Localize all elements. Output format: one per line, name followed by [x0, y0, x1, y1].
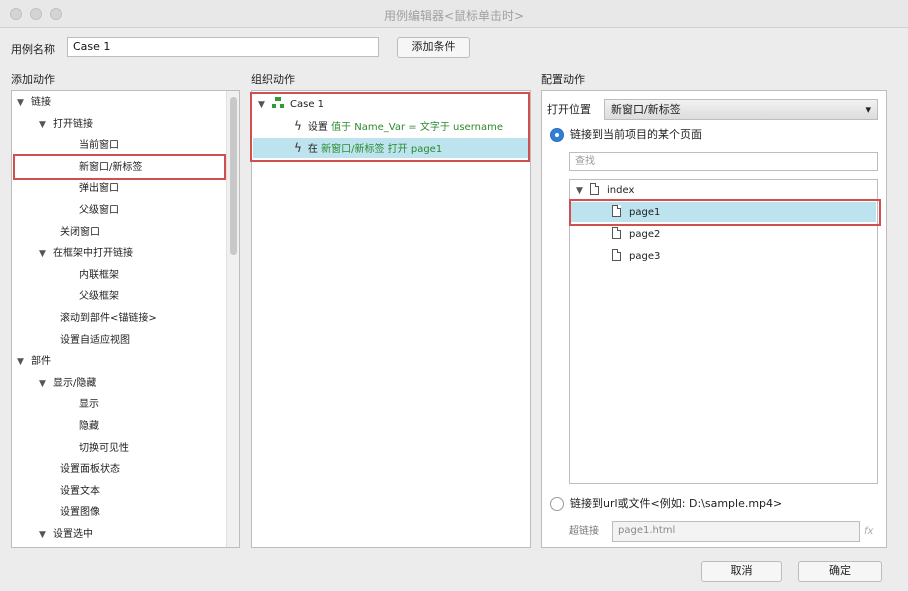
radio-link-to-page-label: 链接到当前项目的某个页面 — [570, 128, 702, 141]
expand-arrow-icon[interactable]: ▼ — [39, 377, 53, 391]
add-action-item[interactable]: 父级框架 — [79, 290, 119, 304]
ok-button[interactable]: 确定 — [798, 561, 882, 582]
page-search-input[interactable]: 查找 — [569, 152, 878, 171]
expand-arrow-icon[interactable]: ▼ — [39, 118, 53, 132]
chevron-down-icon: ▾ — [865, 103, 871, 116]
configure-actions-panel: 打开位置 新窗口/新标签 ▾ 链接到当前项目的某个页面 查找 ▼ index pa… — [541, 90, 887, 548]
case-name-label: 用例名称 — [11, 43, 55, 56]
add-action-label: 隐藏 — [79, 421, 99, 432]
add-action-item[interactable]: 隐藏 — [79, 420, 99, 434]
open-in-label: 打开位置 — [547, 103, 591, 116]
add-condition-button[interactable]: 添加条件 — [397, 37, 470, 58]
add-action-item[interactable]: ▼ 显示/隐藏 — [39, 377, 96, 391]
add-action-label: 显示 — [79, 399, 99, 411]
add-action-label: 设置图像 — [60, 507, 100, 519]
add-action-label: 当前窗口 — [79, 140, 119, 152]
add-action-item[interactable]: ▼ 链接 — [17, 96, 51, 110]
add-action-label: 关闭窗口 — [60, 226, 100, 238]
add-action-label: 父级框架 — [79, 291, 119, 303]
add-actions-header: 添加动作 — [11, 73, 55, 86]
add-action-item[interactable]: 父级窗口 — [79, 204, 119, 218]
add-action-item[interactable]: ▼ 设置选中 — [39, 528, 93, 542]
add-action-item[interactable]: 弹出窗口 — [79, 182, 119, 196]
expand-arrow-icon[interactable]: ▼ — [39, 247, 53, 261]
organize-actions-header: 组织动作 — [251, 73, 295, 86]
page-node-page3[interactable]: page3 — [612, 249, 660, 264]
title-bar: 用例编辑器<鼠标单击时> — [0, 0, 908, 28]
highlight-page1 — [569, 199, 881, 226]
add-action-label: 设置文本 — [60, 485, 100, 497]
highlight-new-window-action — [13, 154, 226, 180]
add-action-item[interactable]: 内联框架 — [79, 269, 119, 283]
add-actions-scrollbar[interactable] — [226, 91, 239, 547]
add-action-label: 链接 — [31, 97, 51, 108]
configure-actions-header: 配置动作 — [541, 73, 585, 86]
add-action-label: 在框架中打开链接 — [53, 248, 133, 260]
highlight-organize-actions — [250, 92, 530, 162]
add-action-item[interactable]: 设置面板状态 — [60, 463, 120, 477]
expand-arrow-icon[interactable]: ▼ — [17, 355, 31, 369]
fx-button[interactable]: fx — [864, 525, 873, 539]
add-action-item[interactable]: 关闭窗口 — [60, 226, 100, 240]
radio-link-to-url-label: 链接到url或文件<例如: D:\sample.mp4> — [570, 497, 783, 510]
add-action-label: 父级窗口 — [79, 205, 119, 216]
add-action-item[interactable]: ▼ 在框架中打开链接 — [39, 247, 133, 261]
add-action-label: 设置自适应视图 — [60, 334, 130, 346]
radio-link-to-url[interactable] — [550, 497, 564, 511]
root-expand-arrow[interactable]: ▼ — [576, 184, 590, 198]
add-action-item[interactable]: 设置文本 — [60, 485, 100, 499]
add-action-item[interactable]: ▼ 打开链接 — [39, 118, 93, 132]
add-actions-scroll-thumb[interactable] — [230, 97, 237, 255]
add-action-item[interactable]: 切换可见性 — [79, 442, 129, 456]
add-action-label: 打开链接 — [53, 118, 93, 130]
open-in-value: 新窗口/新标签 — [611, 103, 681, 116]
case-name-input[interactable]: Case 1 — [67, 37, 379, 57]
cancel-button[interactable]: 取消 — [701, 561, 782, 582]
page-icon — [612, 249, 621, 261]
add-action-item[interactable]: 当前窗口 — [79, 139, 119, 153]
add-action-label: 滚动到部件<锚链接> — [60, 313, 157, 324]
hyperlink-input[interactable]: page1.html — [612, 521, 860, 542]
page-tree-root[interactable]: ▼ index — [576, 183, 634, 198]
add-action-label: 显示/隐藏 — [53, 377, 97, 389]
add-action-item[interactable]: ▼ 部件 — [17, 355, 51, 369]
add-action-label: 设置面板状态 — [60, 464, 120, 476]
add-action-item[interactable]: 设置自适应视图 — [60, 334, 130, 348]
window-title: 用例编辑器<鼠标单击时> — [383, 9, 525, 23]
add-action-label: 设置选中 — [53, 529, 93, 540]
page-icon — [590, 183, 599, 195]
page-label: page3 — [629, 251, 661, 262]
add-action-item[interactable]: 滚动到部件<锚链接> — [60, 312, 157, 326]
page-icon — [612, 227, 621, 239]
open-in-dropdown[interactable]: 新窗口/新标签 ▾ — [604, 99, 878, 120]
add-action-item[interactable]: 显示 — [79, 398, 99, 412]
add-action-label: 部件 — [31, 356, 51, 368]
hyperlink-label: 超链接 — [569, 526, 599, 537]
add-action-item[interactable]: 设置图像 — [60, 506, 100, 520]
radio-link-to-page[interactable] — [550, 128, 564, 142]
add-action-label: 弹出窗口 — [79, 183, 119, 195]
root-page-label: index — [607, 185, 635, 196]
add-action-label: 切换可见性 — [79, 442, 129, 454]
page-node-page2[interactable]: page2 — [612, 227, 660, 242]
expand-arrow-icon[interactable]: ▼ — [17, 96, 31, 110]
expand-arrow-icon[interactable]: ▼ — [39, 528, 53, 542]
add-action-label: 内联框架 — [79, 269, 119, 281]
page-label: page2 — [629, 229, 661, 240]
